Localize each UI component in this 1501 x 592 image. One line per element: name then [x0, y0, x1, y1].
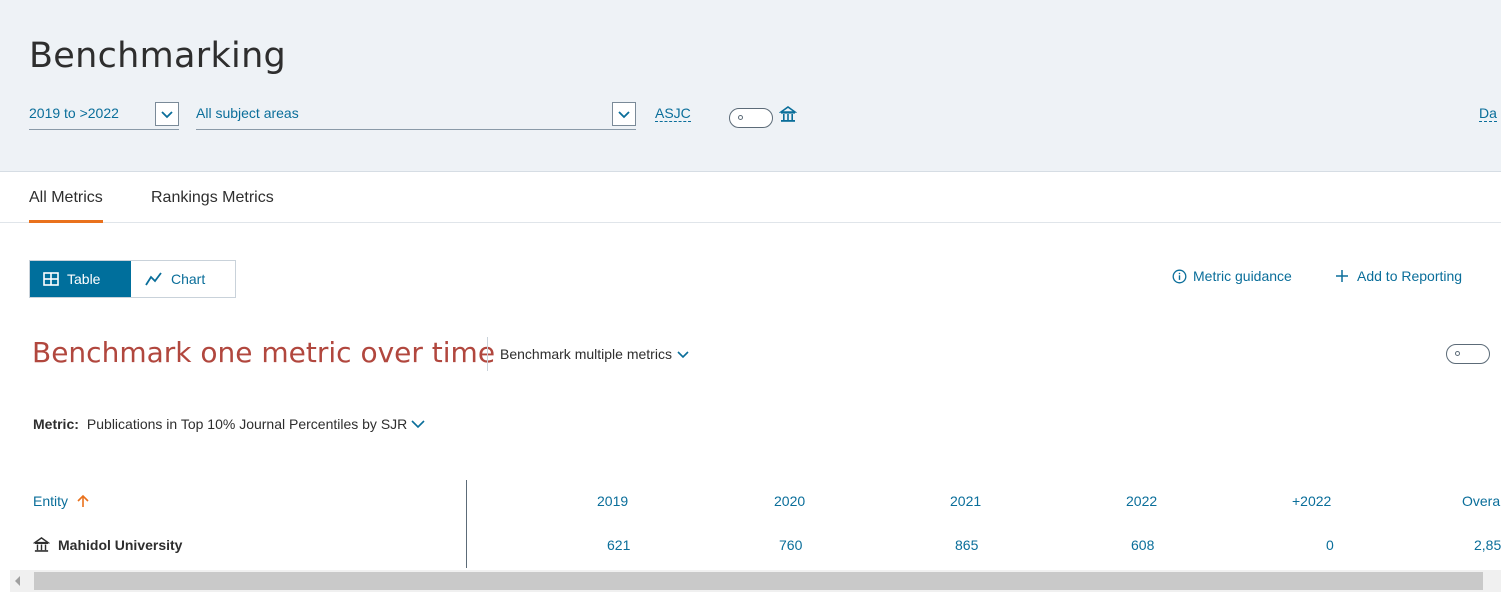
institution-icon	[33, 537, 50, 552]
line-chart-icon	[145, 272, 162, 286]
filter-row: 2019 to >2022 All subject areas ASJC	[0, 100, 1501, 140]
chart-view-button[interactable]: Chart	[131, 261, 235, 297]
benchmark-title: Benchmark one metric over time	[32, 336, 496, 369]
column-header-2019[interactable]: 2019	[597, 493, 628, 509]
column-header-overall[interactable]: Overa	[1462, 493, 1500, 509]
date-range-value: 2019 to >2022	[29, 105, 119, 121]
page-header: Benchmarking 2019 to >2022 All subject a…	[0, 0, 1501, 172]
scroll-left-arrow-icon[interactable]	[15, 576, 20, 586]
metric-guidance-link[interactable]: Metric guidance	[1172, 268, 1292, 284]
cell-overall[interactable]: 2,85	[1474, 537, 1501, 553]
add-to-reporting-button[interactable]: Add to Reporting	[1335, 268, 1462, 284]
plus-icon	[1336, 270, 1348, 282]
column-divider	[466, 480, 467, 568]
subject-area-value: All subject areas	[196, 105, 299, 121]
column-header-2021[interactable]: 2021	[950, 493, 981, 509]
table-view-button[interactable]: Table	[30, 261, 131, 297]
toggle-knob	[738, 115, 743, 120]
benchmark-multiple-dropdown[interactable]: Benchmark multiple metrics	[500, 346, 690, 362]
column-header-2020[interactable]: 2020	[774, 493, 805, 509]
chevron-down-icon	[411, 420, 425, 429]
column-header-plus-2022[interactable]: +2022	[1292, 493, 1331, 509]
benchmark-multiple-label: Benchmark multiple metrics	[500, 346, 672, 362]
cell-2020[interactable]: 760	[779, 537, 802, 553]
toggle-knob	[1455, 351, 1460, 356]
view-toggle: Table Chart	[29, 260, 236, 298]
title-divider	[487, 337, 488, 371]
column-header-2022[interactable]: 2022	[1126, 493, 1157, 509]
entity-header-label: Entity	[33, 493, 69, 509]
metric-selector[interactable]: Metric: Publications in Top 10% Journal …	[33, 416, 426, 432]
scrollbar-thumb[interactable]	[34, 572, 1483, 590]
horizontal-scrollbar[interactable]	[10, 570, 1501, 592]
entity-name-label: Mahidol University	[58, 536, 183, 553]
chevron-down-icon[interactable]	[612, 102, 636, 126]
cell-2019[interactable]: 621	[607, 537, 630, 553]
chevron-down-icon[interactable]	[155, 102, 179, 126]
date-range-select[interactable]: 2019 to >2022	[29, 100, 179, 130]
metrics-tabs: All Metrics Rankings Metrics	[0, 173, 1501, 223]
data-source-link[interactable]: Da	[1479, 105, 1497, 122]
metric-value: Publications in Top 10% Journal Percenti…	[86, 416, 408, 432]
add-to-reporting-label: Add to Reporting	[1357, 268, 1463, 284]
tab-all-metrics[interactable]: All Metrics	[29, 189, 103, 223]
table-row-entity[interactable]: Mahidol University	[33, 536, 182, 553]
page-title: Benchmarking	[29, 36, 287, 76]
sort-ascending-icon	[77, 494, 89, 507]
chevron-down-icon	[677, 351, 689, 359]
asjc-link[interactable]: ASJC	[655, 105, 691, 122]
benchmark-table: Entity 2019 2020 2021 2022 +2022 Overa M…	[0, 480, 1501, 570]
metric-label: Metric:	[33, 416, 79, 432]
metric-guidance-label: Metric guidance	[1193, 268, 1292, 284]
entity-column-header[interactable]: Entity	[33, 493, 90, 509]
display-toggle[interactable]	[1446, 344, 1490, 364]
info-icon	[1172, 269, 1187, 283]
tab-rankings-metrics[interactable]: Rankings Metrics	[151, 189, 274, 207]
table-icon	[43, 272, 59, 286]
subject-area-select[interactable]: All subject areas	[196, 100, 636, 130]
cell-2022[interactable]: 608	[1131, 537, 1154, 553]
table-view-label: Table	[67, 271, 101, 287]
cell-2021[interactable]: 865	[955, 537, 978, 553]
cell-plus-2022[interactable]: 0	[1326, 537, 1334, 553]
institution-icon	[779, 106, 797, 122]
chart-view-label: Chart	[171, 271, 206, 287]
institution-toggle[interactable]	[729, 108, 773, 128]
